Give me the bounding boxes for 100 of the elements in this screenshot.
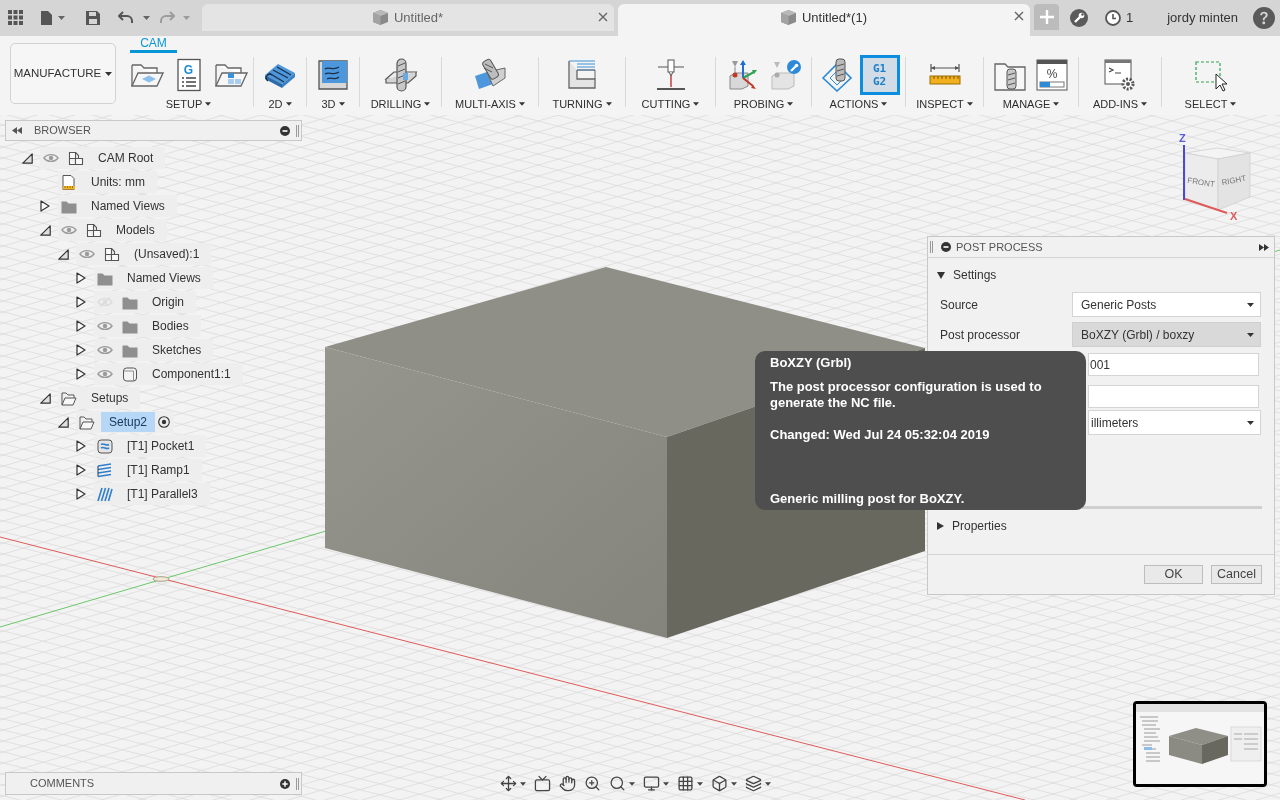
- tree-item-label[interactable]: Named Views: [119, 268, 209, 288]
- apps-grid-icon[interactable]: [8, 10, 23, 25]
- nav-tool-button[interactable]: [500, 775, 526, 792]
- view-cube[interactable]: [1184, 147, 1251, 211]
- tree-item-label[interactable]: Setups: [83, 388, 137, 408]
- tree-item-label[interactable]: Bodies: [144, 316, 197, 336]
- group-menu-button[interactable]: ACTIONS: [829, 98, 888, 110]
- tree-item-label[interactable]: [T1] Pocket1: [119, 436, 203, 456]
- nav-tool-button[interactable]: [677, 775, 703, 792]
- dialog-button[interactable]: OK: [1144, 565, 1203, 584]
- collapsed-triangle-icon[interactable]: [76, 344, 86, 356]
- tree-item-label[interactable]: Setup2: [101, 412, 156, 432]
- file-menu-button[interactable]: [41, 10, 65, 25]
- job-status-button[interactable]: 1: [1105, 7, 1134, 28]
- nav-tool-button[interactable]: [534, 775, 551, 792]
- nav-tool-button[interactable]: [643, 775, 669, 792]
- section-header[interactable]: Properties: [928, 509, 1274, 543]
- open-folder-icon: [61, 390, 77, 406]
- collapsed-triangle-icon[interactable]: [76, 440, 86, 452]
- tree-item-label[interactable]: Units: mm: [83, 172, 153, 192]
- expanded-triangle-icon[interactable]: [39, 392, 51, 404]
- nav-tool-button[interactable]: [584, 775, 601, 792]
- group-menu-button[interactable]: 2D: [268, 98, 292, 110]
- expanded-triangle-icon[interactable]: [21, 152, 33, 164]
- tree-item-label[interactable]: Component1:1: [144, 364, 239, 384]
- tree-item-label[interactable]: (Unsaved):1: [126, 244, 208, 264]
- expanded-triangle-icon[interactable]: [39, 224, 51, 236]
- grip-icon[interactable]: [296, 124, 299, 137]
- section-header[interactable]: Settings: [928, 258, 1274, 292]
- user-menu[interactable]: jordy minten: [1167, 7, 1239, 28]
- wrench-icon[interactable]: [1070, 8, 1088, 27]
- collapsed-triangle-icon[interactable]: [76, 296, 86, 308]
- z-axis-line: [1183, 144, 1185, 201]
- caret-icon: [424, 102, 431, 106]
- minus-circle-icon[interactable]: [941, 242, 951, 252]
- field-label: Source: [940, 296, 980, 314]
- group-menu-button[interactable]: PROBING: [733, 98, 794, 110]
- document-tab[interactable]: Untitled*(1): [618, 4, 1030, 36]
- document-tab[interactable]: Untitled*: [202, 4, 614, 31]
- group-menu-button[interactable]: INSPECT: [916, 98, 973, 110]
- collapsed-triangle-icon[interactable]: [40, 200, 50, 212]
- expanded-triangle-icon[interactable]: [57, 248, 69, 260]
- component-icon: [104, 246, 120, 262]
- group-menu-button[interactable]: TURNING: [552, 98, 612, 110]
- group-menu-button[interactable]: CUTTING: [641, 98, 700, 110]
- tree-item-label[interactable]: Named Views: [83, 196, 173, 216]
- group-menu-button[interactable]: MULTI-AXIS: [455, 98, 525, 110]
- close-icon[interactable]: [598, 12, 608, 22]
- double-triangle-icon[interactable]: [1259, 243, 1269, 251]
- parallel-toolpath-icon: [97, 486, 113, 502]
- caret-icon: [881, 102, 888, 106]
- workspace-menu-button[interactable]: MANUFACTURE: [10, 43, 116, 104]
- grip-icon[interactable]: [930, 241, 933, 253]
- tree-item-label[interactable]: [T1] Parallel3: [119, 484, 206, 504]
- collapsed-triangle-icon[interactable]: [76, 320, 86, 332]
- tree-item-label[interactable]: Models: [108, 220, 163, 240]
- contour-block-icon: [316, 58, 350, 92]
- nav-tool-button[interactable]: [609, 775, 635, 792]
- expanded-triangle-icon[interactable]: [57, 416, 69, 428]
- help-icon[interactable]: [1253, 6, 1276, 29]
- collapsed-triangle-icon[interactable]: [76, 272, 86, 284]
- text-field[interactable]: [1088, 385, 1259, 408]
- move-arrows-icon: [500, 775, 517, 792]
- tool-button[interactable]: G: [168, 55, 209, 95]
- double-triangle-icon[interactable]: [12, 127, 22, 134]
- dropdown[interactable]: illimeters: [1088, 410, 1261, 435]
- caret-icon: [58, 15, 65, 20]
- group-menu-button[interactable]: SETUP: [165, 98, 212, 110]
- caret-icon: [1247, 302, 1254, 307]
- group-menu-button[interactable]: 3D: [321, 98, 345, 110]
- group-menu-button[interactable]: SELECT: [1184, 98, 1237, 110]
- tree-item-label[interactable]: CAM Root: [90, 148, 162, 168]
- close-icon[interactable]: [1014, 11, 1024, 21]
- undo-button[interactable]: [118, 11, 150, 24]
- tv-icon: [534, 775, 551, 792]
- collapsed-triangle-icon[interactable]: [76, 368, 86, 380]
- collapsed-triangle-icon[interactable]: [76, 488, 86, 500]
- group-menu-button[interactable]: ADD-INS: [1092, 98, 1148, 110]
- minus-circle-icon[interactable]: [280, 125, 290, 136]
- tree-item-label[interactable]: [T1] Ramp1: [119, 460, 198, 480]
- group-menu-button[interactable]: DRILLING: [370, 98, 431, 110]
- grip-icon[interactable]: [296, 777, 299, 790]
- plus-circle-icon[interactable]: [280, 778, 290, 789]
- tree-item-label[interactable]: Origin: [144, 292, 192, 312]
- tool-button[interactable]: %: [1032, 55, 1072, 95]
- save-icon[interactable]: [86, 10, 100, 25]
- dialog-button[interactable]: Cancel: [1211, 565, 1262, 584]
- nav-tool-button[interactable]: [559, 775, 576, 792]
- dropdown[interactable]: BoXZY (Grbl) / boxzy: [1072, 322, 1261, 347]
- tree-item-label[interactable]: Sketches: [144, 340, 210, 360]
- nav-tool-button[interactable]: [745, 775, 771, 792]
- pocket-toolpath-icon: [97, 438, 113, 454]
- target-icon[interactable]: [158, 416, 171, 428]
- dropdown[interactable]: Generic Posts: [1072, 292, 1261, 317]
- nav-tool-button[interactable]: [711, 775, 737, 792]
- lathe-profile-icon: [565, 58, 599, 92]
- collapsed-triangle-icon[interactable]: [76, 464, 86, 476]
- group-menu-button[interactable]: MANAGE: [1002, 98, 1060, 110]
- panel-title: COMMENTS: [30, 776, 95, 792]
- text-field[interactable]: 001: [1088, 353, 1259, 376]
